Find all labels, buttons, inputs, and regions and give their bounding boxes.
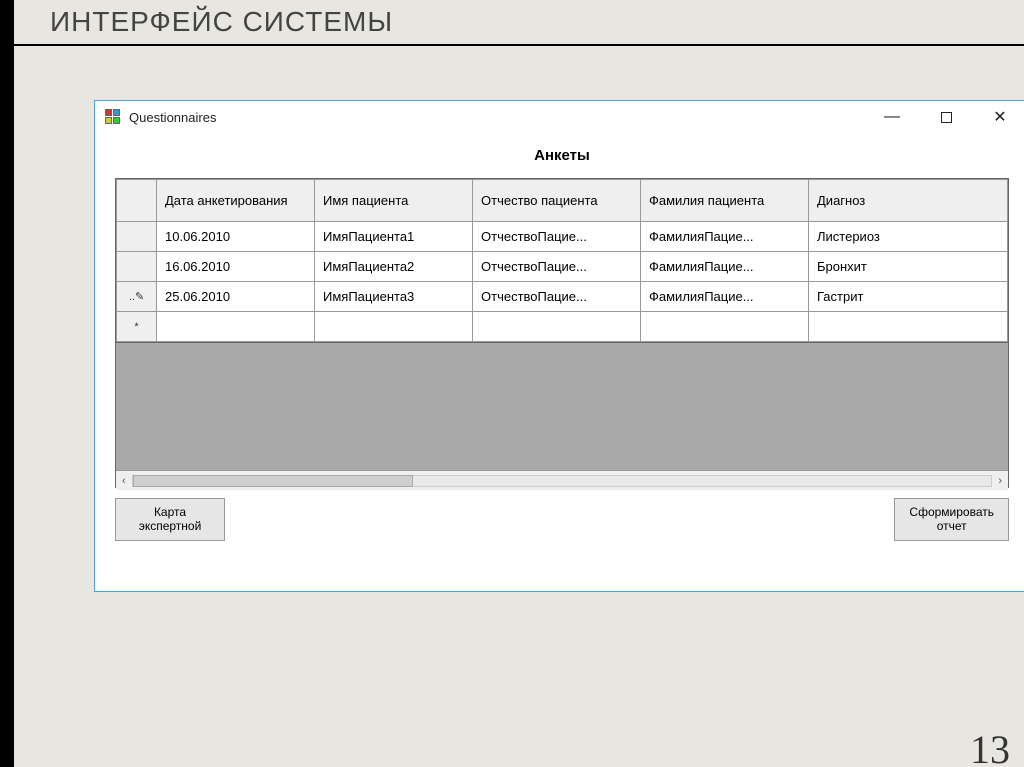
grid-heading: Анкеты	[115, 147, 1009, 164]
cell[interactable]: 25.06.2010	[157, 282, 315, 312]
cell[interactable]	[157, 312, 315, 342]
minimize-button[interactable]: —	[879, 104, 905, 130]
scroll-left-icon[interactable]: ‹	[122, 475, 126, 487]
window-controls: — ✕	[879, 104, 1013, 130]
titlebar: Questionnaires — ✕	[95, 101, 1024, 133]
cell[interactable]: 10.06.2010	[157, 222, 315, 252]
table-row[interactable]: ..✎ 25.06.2010 ИмяПациента3 ОтчествоПаци…	[117, 282, 1008, 312]
close-button[interactable]: ✕	[987, 104, 1013, 130]
cell[interactable]: ИмяПациента2	[315, 252, 473, 282]
cell[interactable]	[809, 312, 1008, 342]
cell[interactable]: ИмяПациента3	[315, 282, 473, 312]
app-window: Questionnaires — ✕ Анкеты	[94, 100, 1024, 592]
cell[interactable]: ИмяПациента1	[315, 222, 473, 252]
maximize-button[interactable]	[933, 104, 959, 130]
expert-card-button[interactable]: Картаэкспертной	[115, 498, 225, 541]
cell[interactable]: ОтчествоПацие...	[473, 282, 641, 312]
scroll-right-icon[interactable]: ›	[998, 475, 1002, 487]
row-indicator-edit: ..✎	[117, 282, 157, 312]
row-header-corner	[117, 180, 157, 222]
slide-title: ИНТЕРФЕЙС СИСТЕМЫ	[50, 6, 393, 38]
cell[interactable]: ФамилияПацие...	[641, 222, 809, 252]
cell[interactable]	[641, 312, 809, 342]
row-indicator	[117, 252, 157, 282]
col-diagnosis[interactable]: Диагноз	[809, 180, 1008, 222]
scrollbar-track[interactable]	[132, 475, 993, 487]
cell[interactable]	[473, 312, 641, 342]
page-number: 13	[970, 726, 1010, 767]
col-date[interactable]: Дата анкетирования	[157, 180, 315, 222]
horizontal-scrollbar[interactable]: ‹ ›	[116, 470, 1008, 490]
col-patronymic[interactable]: Отчество пациента	[473, 180, 641, 222]
cell[interactable]: ОтчествоПацие...	[473, 252, 641, 282]
cell[interactable]: Гастрит	[809, 282, 1008, 312]
cell[interactable]: Бронхит	[809, 252, 1008, 282]
row-indicator	[117, 222, 157, 252]
cell[interactable]: Листериоз	[809, 222, 1008, 252]
cell[interactable]: ФамилияПацие...	[641, 282, 809, 312]
window-title: Questionnaires	[129, 110, 216, 125]
data-grid[interactable]: Дата анкетирования Имя пациента Отчество…	[115, 178, 1009, 488]
col-first-name[interactable]: Имя пациента	[315, 180, 473, 222]
table-header-row: Дата анкетирования Имя пациента Отчество…	[117, 180, 1008, 222]
table-row[interactable]: 10.06.2010 ИмяПациента1 ОтчествоПацие...…	[117, 222, 1008, 252]
col-last-name[interactable]: Фамилия пациента	[641, 180, 809, 222]
slide-title-underline	[14, 44, 1024, 46]
app-icon	[105, 109, 121, 125]
scrollbar-thumb[interactable]	[133, 475, 413, 487]
table-row-new[interactable]: *	[117, 312, 1008, 342]
cell[interactable]	[315, 312, 473, 342]
cell[interactable]: ОтчествоПацие...	[473, 222, 641, 252]
grid-empty-area	[116, 342, 1008, 470]
generate-report-button[interactable]: Сформироватьотчет	[894, 498, 1009, 541]
cell[interactable]: ФамилияПацие...	[641, 252, 809, 282]
row-indicator-new: *	[117, 312, 157, 342]
cell[interactable]: 16.06.2010	[157, 252, 315, 282]
table-row[interactable]: 16.06.2010 ИмяПациента2 ОтчествоПацие...…	[117, 252, 1008, 282]
